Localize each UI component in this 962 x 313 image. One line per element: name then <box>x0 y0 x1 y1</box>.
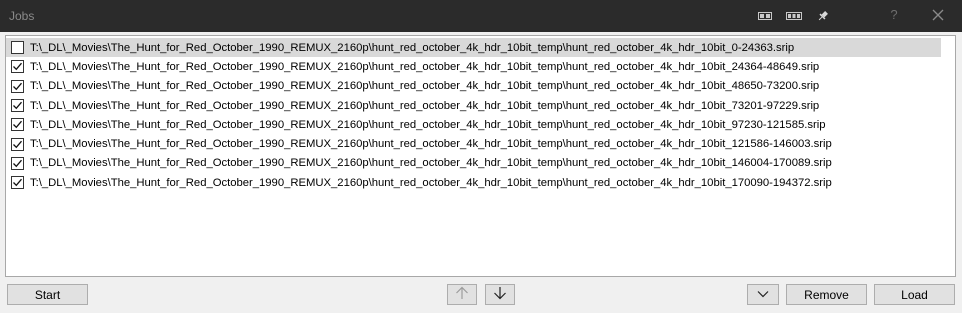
job-path: T:\_DL\_Movies\The_Hunt_for_Red_October_… <box>30 99 820 112</box>
layout-columns-icon[interactable] <box>786 8 802 24</box>
layout-split-icon[interactable] <box>757 8 773 24</box>
move-up-button[interactable] <box>447 284 477 305</box>
remove-button[interactable]: Remove <box>786 284 867 305</box>
arrow-down-icon <box>492 285 508 304</box>
checkmark-icon <box>13 101 22 110</box>
job-path: T:\_DL\_Movies\The_Hunt_for_Red_October_… <box>30 176 832 189</box>
job-row[interactable]: T:\_DL\_Movies\The_Hunt_for_Red_October_… <box>6 38 941 58</box>
load-button[interactable]: Load <box>874 284 955 305</box>
title-bar: Jobs ? <box>0 0 962 32</box>
job-checkbox[interactable] <box>11 99 24 113</box>
job-row[interactable]: T:\_DL\_Movies\The_Hunt_for_Red_October_… <box>6 154 941 173</box>
checkmark-icon <box>13 63 22 71</box>
arrow-up-icon <box>454 285 470 304</box>
job-path: T:\_DL\_Movies\The_Hunt_for_Red_October_… <box>30 157 832 170</box>
start-button[interactable]: Start <box>7 284 88 305</box>
job-list[interactable]: T:\_DL\_Movies\The_Hunt_for_Red_October_… <box>6 38 941 192</box>
job-row[interactable]: T:\_DL\_Movies\The_Hunt_for_Red_October_… <box>6 57 941 76</box>
move-down-button[interactable] <box>485 284 515 305</box>
job-checkbox[interactable] <box>11 79 24 93</box>
job-row[interactable]: T:\_DL\_Movies\The_Hunt_for_Red_October_… <box>6 134 941 153</box>
job-path: T:\_DL\_Movies\The_Hunt_for_Red_October_… <box>30 118 826 131</box>
checkmark-icon <box>13 140 22 148</box>
close-icon[interactable] <box>929 6 947 24</box>
dropdown-menu-button[interactable] <box>747 284 779 305</box>
checkmark-icon <box>13 121 22 129</box>
pin-icon[interactable] <box>815 8 831 24</box>
job-checkbox[interactable] <box>11 156 24 170</box>
job-checkbox[interactable] <box>11 118 24 132</box>
job-checkbox[interactable] <box>11 60 24 74</box>
chevron-down-icon <box>756 288 770 302</box>
job-path: T:\_DL\_Movies\The_Hunt_for_Red_October_… <box>30 60 820 73</box>
job-list-panel: T:\_DL\_Movies\The_Hunt_for_Red_October_… <box>5 35 956 277</box>
checkmark-icon <box>13 178 22 187</box>
job-path: T:\_DL\_Movies\The_Hunt_for_Red_October_… <box>30 138 832 151</box>
job-row[interactable]: T:\_DL\_Movies\The_Hunt_for_Red_October_… <box>6 115 941 134</box>
job-row[interactable]: T:\_DL\_Movies\The_Hunt_for_Red_October_… <box>6 173 941 192</box>
job-row[interactable]: T:\_DL\_Movies\The_Hunt_for_Red_October_… <box>6 77 941 96</box>
job-checkbox[interactable] <box>11 176 24 190</box>
job-row[interactable]: T:\_DL\_Movies\The_Hunt_for_Red_October_… <box>6 96 941 115</box>
job-checkbox[interactable] <box>11 137 24 151</box>
window-title: Jobs <box>9 9 35 23</box>
checkmark-icon <box>13 159 22 168</box>
checkmark-icon <box>13 82 22 90</box>
job-checkbox[interactable] <box>11 41 24 55</box>
job-path: T:\_DL\_Movies\The_Hunt_for_Red_October_… <box>30 41 795 54</box>
job-path: T:\_DL\_Movies\The_Hunt_for_Red_October_… <box>30 80 820 93</box>
help-icon[interactable]: ? <box>888 7 900 22</box>
